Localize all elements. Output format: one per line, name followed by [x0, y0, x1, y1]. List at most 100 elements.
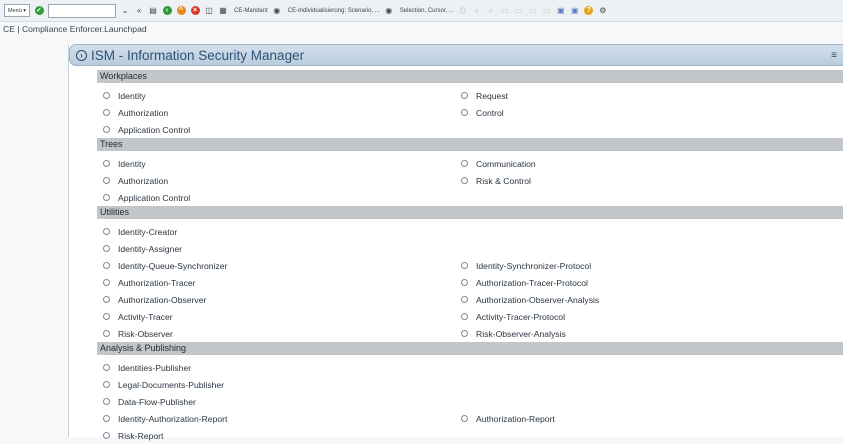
- link-tree-application-control[interactable]: Application Control: [97, 193, 461, 203]
- link-control[interactable]: Control: [461, 108, 819, 118]
- toolbar-text-client[interactable]: CE-Mandant: [234, 8, 268, 14]
- shortcut-icon[interactable]: ▣: [570, 6, 580, 16]
- list-row: Identity Communication: [97, 155, 843, 172]
- section-title: Trees: [97, 138, 843, 151]
- bullet-icon: [103, 194, 110, 201]
- bullet-icon: [103, 415, 110, 422]
- link-authorization[interactable]: Authorization: [97, 108, 461, 118]
- list-row: Application Control: [97, 189, 843, 206]
- section-title: Utilities: [97, 206, 843, 219]
- list-row: Activity-Tracer Activity-Tracer-Protocol: [97, 308, 843, 325]
- new-session-icon[interactable]: ▣: [556, 6, 566, 16]
- list-row: Authorization-Tracer Authorization-Trace…: [97, 274, 843, 291]
- section-trees: Trees Identity Communication Authorizati…: [97, 138, 843, 206]
- link-risk-control[interactable]: Risk & Control: [461, 176, 819, 186]
- link-identity-authorization-report[interactable]: Identity-Authorization-Report: [97, 414, 461, 424]
- bullet-icon: [103, 398, 110, 405]
- link-authorization-report[interactable]: Authorization-Report: [461, 414, 819, 424]
- link-risk-observer-analysis[interactable]: Risk-Observer-Analysis: [461, 329, 819, 339]
- print-icon[interactable]: ⎙: [458, 6, 468, 16]
- exit-icon[interactable]: ^: [176, 6, 186, 16]
- link-communication[interactable]: Communication: [461, 159, 819, 169]
- list-row: Identity-Creator: [97, 223, 843, 240]
- client-icon[interactable]: ▦: [218, 6, 228, 16]
- bullet-icon: [103, 160, 110, 167]
- link-activity-tracer[interactable]: Activity-Tracer: [97, 312, 461, 322]
- link-request[interactable]: Request: [461, 91, 819, 101]
- menu-icon[interactable]: ≡: [831, 50, 837, 61]
- find-next-icon[interactable]: ⌕: [486, 6, 496, 16]
- toolbar-text-customizing[interactable]: CE-Individualisierung: Scenario, ...: [288, 8, 380, 14]
- window-icon[interactable]: ◫: [204, 6, 214, 16]
- next-page-icon[interactable]: ▭: [528, 6, 538, 16]
- find-icon[interactable]: ⌕: [472, 6, 482, 16]
- enter-icon[interactable]: ✓: [34, 6, 44, 16]
- window-title: CE | Compliance Enforcer.Launchpad: [3, 24, 147, 34]
- bullet-icon: [461, 313, 468, 320]
- list-row: Identity Request: [97, 87, 843, 104]
- settings-icon[interactable]: ⚙: [598, 6, 608, 16]
- link-tree-identity[interactable]: Identity: [97, 159, 461, 169]
- list-row: Identities-Publisher: [97, 359, 843, 376]
- link-activity-tracer-protocol[interactable]: Activity-Tracer-Protocol: [461, 312, 819, 322]
- link-risk-report[interactable]: Risk-Report: [97, 431, 461, 441]
- bullet-icon: [103, 279, 110, 286]
- bullet-icon: [103, 381, 110, 388]
- bullet-icon: [103, 126, 110, 133]
- bullet-icon: [461, 262, 468, 269]
- link-legal-documents-publisher[interactable]: Legal-Documents-Publisher: [97, 380, 461, 390]
- link-authorization-observer-analysis[interactable]: Authorization-Observer-Analysis: [461, 295, 819, 305]
- link-identity-synchronizer-protocol[interactable]: Identity-Synchronizer-Protocol: [461, 261, 819, 271]
- dropdown-arrow-icon[interactable]: ⌄: [120, 6, 130, 16]
- list-row: Authorization Control: [97, 104, 843, 121]
- link-application-control[interactable]: Application Control: [97, 125, 461, 135]
- last-page-icon[interactable]: ▭: [542, 6, 552, 16]
- link-data-flow-publisher[interactable]: Data-Flow-Publisher: [97, 397, 461, 407]
- bullet-icon: [461, 160, 468, 167]
- cancel-icon[interactable]: ×: [190, 6, 200, 16]
- link-identity-creator[interactable]: Identity-Creator: [97, 227, 461, 237]
- link-risk-observer[interactable]: Risk-Observer: [97, 329, 461, 339]
- list-row: Identity-Assigner: [97, 240, 843, 257]
- link-authorization-tracer-protocol[interactable]: Authorization-Tracer-Protocol: [461, 278, 819, 288]
- toolbar: Menü ▾ ✓ ⌄ « ▤ ‹ ^ × ◫ ▦ CE-Mandant ◉ CE…: [0, 0, 843, 22]
- first-page-icon[interactable]: ▭: [500, 6, 510, 16]
- bullet-icon: [103, 262, 110, 269]
- bullet-icon: [461, 109, 468, 116]
- eye-icon[interactable]: ◉: [272, 6, 282, 16]
- link-identity-assigner[interactable]: Identity-Assigner: [97, 244, 461, 254]
- list-row: Identity-Queue-Synchronizer Identity-Syn…: [97, 257, 843, 274]
- help-icon[interactable]: ?: [584, 6, 594, 16]
- bullet-icon: [461, 330, 468, 337]
- link-identity-queue-synchronizer[interactable]: Identity-Queue-Synchronizer: [97, 261, 461, 271]
- toolbar-text-selection[interactable]: Selection, Cursor, ...: [400, 8, 454, 14]
- list-row: Data-Flow-Publisher: [97, 393, 843, 410]
- section-title: Analysis & Publishing: [97, 342, 843, 355]
- link-identity[interactable]: Identity: [97, 91, 461, 101]
- previous-page-icon[interactable]: ▭: [514, 6, 524, 16]
- back-icon[interactable]: ‹: [162, 6, 172, 16]
- eye-icon-2[interactable]: ◉: [384, 6, 394, 16]
- link-authorization-tracer[interactable]: Authorization-Tracer: [97, 278, 461, 288]
- launchpad-panel: › ISM - Information Security Manager ≡ W…: [68, 44, 843, 441]
- bullet-icon: [103, 313, 110, 320]
- save-icon[interactable]: ▤: [148, 6, 158, 16]
- double-chevron-left-icon[interactable]: «: [134, 6, 144, 16]
- command-field[interactable]: [48, 3, 117, 18]
- panel-content: Workplaces Identity Request Authorizatio…: [97, 70, 843, 444]
- link-identities-publisher[interactable]: Identities-Publisher: [97, 363, 461, 373]
- list-row: Legal-Documents-Publisher: [97, 376, 843, 393]
- bullet-icon: [461, 415, 468, 422]
- bullet-icon: [461, 177, 468, 184]
- collapse-icon[interactable]: ›: [76, 49, 87, 61]
- link-authorization-observer[interactable]: Authorization-Observer: [97, 295, 461, 305]
- panel-header[interactable]: › ISM - Information Security Manager ≡: [69, 44, 843, 66]
- bullet-icon: [103, 296, 110, 303]
- link-tree-authorization[interactable]: Authorization: [97, 176, 461, 186]
- bullet-icon: [103, 245, 110, 252]
- menu-button[interactable]: Menü ▾: [4, 4, 31, 17]
- section-title: Workplaces: [97, 70, 843, 83]
- list-row: Authorization Risk & Control: [97, 172, 843, 189]
- list-row: Authorization-Observer Authorization-Obs…: [97, 291, 843, 308]
- list-row: Identity-Authorization-Report Authorizat…: [97, 410, 843, 427]
